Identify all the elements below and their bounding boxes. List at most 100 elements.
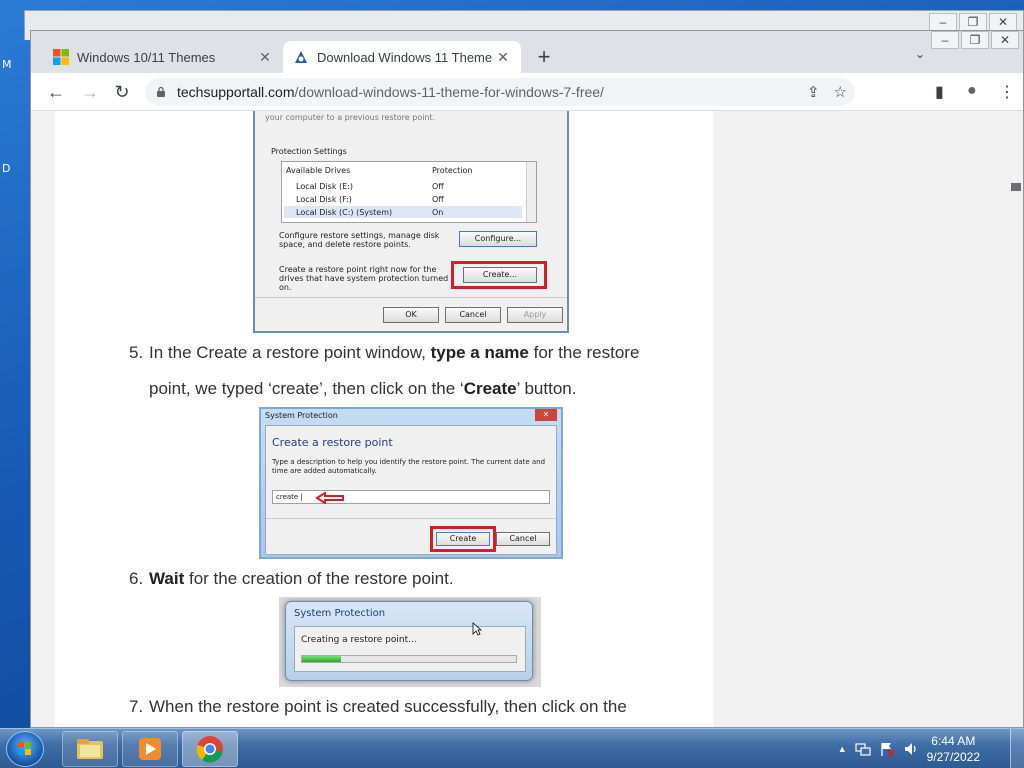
- step-emphasis: Wait: [149, 569, 185, 588]
- media-player-icon: [139, 738, 161, 760]
- clock-time: 6:44 AM: [931, 734, 976, 748]
- profile-avatar-icon[interactable]: ●: [967, 82, 977, 100]
- url-host: techsupportall.com: [177, 84, 295, 100]
- action-center-flag-icon[interactable]: [879, 741, 895, 757]
- step-7-line: When the restore point is created succes…: [149, 697, 627, 716]
- divider: [255, 297, 567, 298]
- url-path: /download-windows-11-theme-for-windows-7…: [294, 84, 604, 100]
- create-description: Create a restore point right now for the…: [279, 265, 449, 292]
- column-header: Available Drives: [286, 166, 351, 175]
- step-emphasis: type a name: [430, 343, 529, 362]
- step-text: point, we typed ‘create’, then click on …: [149, 379, 464, 398]
- folder-icon: [77, 739, 103, 759]
- page-viewport: your computer to a previous restore poin…: [31, 111, 1023, 727]
- desktop-icon-label: D: [2, 162, 11, 175]
- lock-icon[interactable]: [155, 86, 167, 98]
- taskbar-media-player[interactable]: [122, 731, 178, 767]
- step-6-number: 6.: [129, 569, 144, 588]
- tab-download-theme[interactable]: Download Windows 11 Theme F ✕: [283, 41, 521, 73]
- divider: [266, 518, 556, 519]
- close-button[interactable]: ✕: [991, 31, 1019, 49]
- reload-button[interactable]: ↻: [111, 81, 133, 103]
- dialog-body: Creating a restore point...: [294, 626, 526, 672]
- configure-button[interactable]: Configure...: [459, 231, 537, 247]
- dialog-title: System Protection: [294, 608, 386, 619]
- browser-toolbar: ← → ↻ techsupportall.com/download-window…: [31, 73, 1023, 111]
- step-7-number: 7.: [129, 697, 144, 716]
- progress-bar: [301, 655, 517, 663]
- window-controls: – ❐ ✕: [931, 31, 1019, 49]
- clock[interactable]: 6:44 AM 9/27/2022: [927, 733, 980, 765]
- site-favicon-icon: [295, 51, 307, 63]
- desktop-icon-label: M: [2, 58, 12, 71]
- network-icon[interactable]: [855, 741, 871, 757]
- drive-status: Off: [432, 182, 444, 191]
- taskbar-chrome[interactable]: [182, 731, 238, 767]
- forward-button[interactable]: →: [79, 81, 101, 103]
- dialog-heading: Create a restore point: [272, 436, 393, 449]
- windows-logo-icon: [18, 742, 31, 755]
- new-tab-button[interactable]: +: [531, 45, 557, 71]
- step-emphasis: Create: [463, 379, 517, 398]
- step-text: for the creation of the restore point.: [184, 569, 454, 588]
- browser-window: Windows 10/11 Themes ✕ Download Windows …: [30, 30, 1024, 728]
- drive-status: On: [432, 208, 444, 217]
- cancel-button[interactable]: Cancel: [445, 307, 501, 323]
- section-title: Protection Settings: [271, 147, 347, 156]
- side-panel-icon[interactable]: ▮: [935, 82, 944, 102]
- step-text: for the restore: [528, 343, 640, 362]
- step-5-line-2: point, we typed ‘create’, then click on …: [149, 371, 576, 407]
- tab-windows-themes[interactable]: Windows 10/11 Themes ✕: [43, 41, 283, 73]
- show-desktop-button[interactable]: [1010, 729, 1024, 768]
- minimize-button[interactable]: –: [931, 31, 959, 49]
- system-properties-screenshot: your computer to a previous restore poin…: [253, 111, 569, 333]
- volume-icon[interactable]: [903, 741, 919, 757]
- drive-name: Local Disk (C:) (System): [296, 208, 393, 217]
- dialog-body: Create a restore point Type a descriptio…: [265, 425, 557, 555]
- url-text: techsupportall.com/download-windows-11-t…: [177, 84, 604, 100]
- progress-message: Creating a restore point...: [301, 635, 417, 645]
- chrome-icon: [196, 736, 223, 763]
- create-restore-point-screenshot: System Protection ✕ Create a restore poi…: [259, 407, 563, 559]
- system-tray: ▲ 6:44 AM 9/27/2022: [838, 729, 980, 768]
- maximize-button[interactable]: ❐: [959, 13, 987, 31]
- show-hidden-icons-icon[interactable]: ▲: [838, 744, 847, 754]
- drive-name: Local Disk (F:): [296, 195, 352, 204]
- step-text: In the Create a restore point window,: [149, 343, 431, 362]
- list-scrollbar[interactable]: [526, 162, 536, 222]
- clock-date: 9/27/2022: [926, 750, 980, 764]
- mouse-cursor-icon: [472, 622, 482, 636]
- page-scrollbar[interactable]: [1009, 111, 1023, 727]
- drive-name: Local Disk (E:): [296, 182, 353, 191]
- ok-button[interactable]: OK: [383, 307, 439, 323]
- scrollbar-thumb[interactable]: [1011, 183, 1021, 191]
- taskbar-explorer[interactable]: [62, 731, 118, 767]
- start-button[interactable]: [6, 731, 44, 767]
- share-icon[interactable]: ⇪: [807, 83, 820, 101]
- apply-button[interactable]: Apply: [507, 307, 563, 323]
- menu-icon[interactable]: ⋮: [999, 82, 1015, 102]
- taskbar: ▲ 6:44 AM 9/27/2022: [0, 728, 1024, 768]
- bookmark-star-icon[interactable]: ☆: [834, 83, 847, 101]
- restore-point-name-input[interactable]: create |: [272, 490, 550, 504]
- minimize-button[interactable]: –: [929, 13, 957, 31]
- close-button[interactable]: ✕: [989, 13, 1017, 31]
- highlight-box: [451, 261, 547, 289]
- cancel-button[interactable]: Cancel: [496, 532, 550, 546]
- tab-close-icon[interactable]: ✕: [495, 49, 511, 66]
- input-value: create |: [276, 493, 303, 501]
- tab-strip: Windows 10/11 Themes ✕ Download Windows …: [31, 31, 1023, 73]
- drives-list[interactable]: Available Drives Protection Local Disk (…: [281, 161, 537, 223]
- back-button[interactable]: ←: [45, 81, 67, 103]
- address-bar-actions: ⇪ ☆: [807, 83, 847, 101]
- step-6-line: Wait for the creation of the restore poi…: [149, 561, 454, 597]
- maximize-button[interactable]: ❐: [961, 31, 989, 49]
- dialog-description: Type a description to help you identify …: [272, 458, 546, 475]
- configure-description: Configure restore settings, manage disk …: [279, 231, 440, 249]
- address-bar[interactable]: techsupportall.com/download-windows-11-t…: [145, 78, 855, 106]
- red-arrow-icon: [315, 492, 344, 504]
- highlight-box: [430, 526, 496, 552]
- dialog-close-icon[interactable]: ✕: [535, 409, 557, 421]
- tab-search-icon[interactable]: ⌄: [915, 47, 925, 61]
- tab-close-icon[interactable]: ✕: [257, 49, 273, 66]
